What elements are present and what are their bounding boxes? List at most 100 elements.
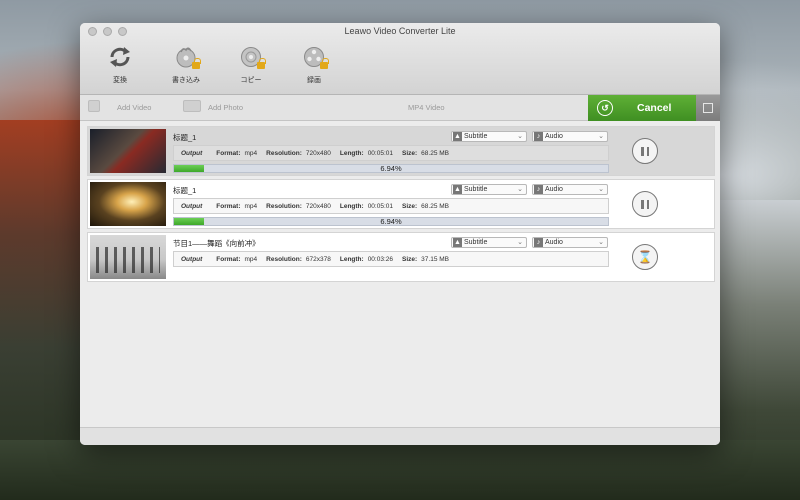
disc-copy-icon	[238, 46, 266, 69]
format-value: mp4	[244, 149, 258, 157]
copy-button[interactable]: コピー	[231, 46, 271, 85]
output-profile-label: MP4 Video	[408, 103, 445, 112]
resolution-value: 720x480	[305, 149, 331, 157]
add-video-button[interactable]: Add Video	[88, 100, 152, 112]
titlebar: Leawo Video Converter Lite 変換 書き込み コピー 録…	[80, 23, 720, 95]
subtitle-label: Subtitle	[464, 186, 488, 193]
audio-label: Audio	[545, 186, 563, 193]
chevron-down-icon: ⌄	[517, 133, 523, 140]
resolution-label: Resolution:	[266, 202, 302, 210]
output-info: Output Format: mp4 Resolution: 720x480 Len…	[173, 198, 609, 214]
format-label: Format:	[216, 255, 241, 263]
chevron-down-icon: ⌄	[598, 186, 604, 193]
app-window: Leawo Video Converter Lite 変換 書き込み コピー 録…	[80, 23, 720, 445]
audio-label: Audio	[545, 239, 563, 246]
music-note-icon: ♪	[534, 238, 543, 247]
size-label: Size:	[402, 255, 418, 263]
chevron-down-icon: ⌄	[517, 239, 523, 246]
progress-text: 6.94%	[380, 217, 402, 226]
length-value: 00:05:01	[367, 149, 393, 157]
format-label: Format:	[216, 149, 241, 157]
subtitle-dropdown[interactable]: ▲ Subtitle ⌄	[451, 237, 527, 248]
size-label: Size:	[402, 202, 418, 210]
status-bar	[80, 427, 720, 445]
desktop-wallpaper-bottom	[0, 440, 800, 500]
list-item[interactable]: 节目1——舞蹈《向前冲》 ▲ Subtitle ⌄ ♪ Audio ⌄ Outp…	[87, 232, 715, 282]
lock-icon	[192, 58, 201, 69]
audio-label: Audio	[545, 133, 563, 140]
size-label: Size:	[402, 149, 418, 157]
burn-label: 書き込み	[172, 77, 200, 84]
lock-icon	[257, 58, 266, 69]
refresh-icon	[107, 46, 133, 68]
format-label: Format:	[216, 202, 241, 210]
video-thumbnail	[90, 129, 166, 173]
undo-icon: ↺	[597, 100, 613, 116]
size-value: 68.25 MB	[421, 149, 449, 157]
length-value: 00:03:26	[367, 255, 393, 263]
subtitle-dropdown[interactable]: ▲ Subtitle ⌄	[451, 184, 527, 195]
pause-button[interactable]	[632, 191, 658, 217]
video-thumbnail	[90, 182, 166, 226]
subtitle-dropdown[interactable]: ▲ Subtitle ⌄	[451, 131, 527, 142]
convert-button[interactable]: 変換	[100, 46, 140, 85]
window-title: Leawo Video Converter Lite	[344, 26, 456, 36]
add-video-icon	[88, 100, 100, 112]
length-value: 00:05:01	[367, 202, 393, 210]
pause-icon	[641, 199, 649, 209]
record-label: 録画	[307, 77, 321, 84]
video-thumbnail	[90, 235, 166, 279]
music-note-icon: ♪	[534, 185, 543, 194]
length-label: Length:	[339, 255, 364, 263]
size-value: 68.25 MB	[421, 202, 449, 210]
list-item[interactable]: 标题_1 ▲ Subtitle ⌄ ♪ Audio ⌄ Output Forma…	[87, 126, 715, 176]
pause-icon	[641, 146, 649, 156]
add-photo-button[interactable]: Add Photo	[183, 100, 244, 112]
add-photo-label: Add Photo	[208, 103, 244, 112]
output-profile-selector[interactable]: MP4 Video	[408, 103, 445, 112]
add-photo-icon	[183, 100, 201, 112]
item-title: 标题_1	[173, 133, 197, 142]
item-title: 节目1——舞蹈《向前冲》	[173, 239, 260, 248]
format-value: mp4	[244, 255, 258, 263]
output-info: Output Format: mp4 Resolution: 672x378 Len…	[173, 251, 609, 267]
audio-dropdown[interactable]: ♪ Audio ⌄	[532, 237, 608, 248]
audio-dropdown[interactable]: ♪ Audio ⌄	[532, 131, 608, 142]
resolution-value: 672x378	[305, 255, 331, 263]
list-item[interactable]: 标题_1 ▲ Subtitle ⌄ ♪ Audio ⌄ Output Forma…	[87, 179, 715, 229]
item-title: 标题_1	[173, 186, 197, 195]
toggle-panel-button[interactable]	[696, 95, 720, 121]
output-label: Output	[181, 149, 203, 157]
subtitle-label: Subtitle	[464, 239, 488, 246]
film-reel-icon	[301, 46, 329, 69]
cancel-button[interactable]: ↺ Cancel	[588, 95, 696, 121]
audio-dropdown[interactable]: ♪ Audio ⌄	[532, 184, 608, 195]
resolution-label: Resolution:	[266, 149, 302, 157]
music-note-icon: ♪	[534, 132, 543, 141]
subtitle-icon: ▲	[453, 185, 462, 194]
copy-label: コピー	[240, 77, 262, 84]
lock-icon	[320, 58, 329, 69]
chevron-down-icon: ⌄	[517, 186, 523, 193]
chevron-down-icon: ⌄	[598, 239, 604, 246]
subtitle-icon: ▲	[453, 132, 462, 141]
format-value: mp4	[244, 202, 258, 210]
burn-button[interactable]: 書き込み	[166, 46, 206, 85]
resolution-label: Resolution:	[266, 255, 302, 263]
record-button[interactable]: 録画	[294, 46, 334, 85]
resolution-value: 720x480	[305, 202, 331, 210]
conversion-list: 标题_1 ▲ Subtitle ⌄ ♪ Audio ⌄ Output Forma…	[87, 126, 715, 285]
add-video-label: Add Video	[117, 103, 152, 112]
subtitle-icon: ▲	[453, 238, 462, 247]
length-label: Length:	[339, 149, 364, 157]
progress-text: 6.94%	[380, 164, 402, 173]
progress-bar: 6.94%	[173, 217, 609, 226]
size-value: 37.15 MB	[421, 255, 449, 263]
subtitle-label: Subtitle	[464, 133, 488, 140]
hourglass-icon: ⌛	[637, 250, 653, 264]
waiting-button[interactable]: ⌛	[632, 244, 658, 270]
pause-button[interactable]	[632, 138, 658, 164]
output-info: Output Format: mp4 Resolution: 720x480 Len…	[173, 145, 609, 161]
action-bar: Add Video Add Photo MP4 Video ↺ Cancel	[80, 95, 720, 121]
disc-burn-icon	[173, 46, 201, 69]
